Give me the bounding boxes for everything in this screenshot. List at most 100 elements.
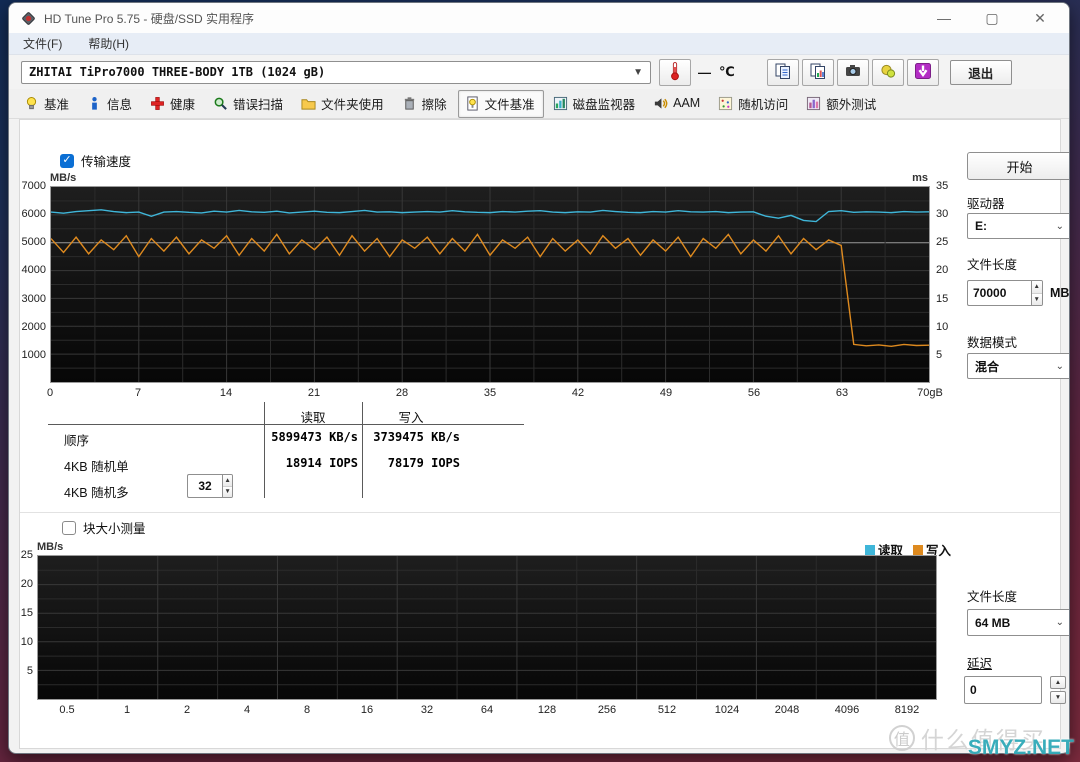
temperature-button[interactable] xyxy=(659,58,691,86)
delay-down-button[interactable]: ▼ xyxy=(1050,691,1066,704)
error-scan-icon xyxy=(213,96,228,111)
toolbar: ZHITAI TiPro7000 THREE-BODY 1TB (1024 gB… xyxy=(9,55,1069,89)
x-tick: 63 xyxy=(835,387,849,399)
tab-label: 随机访问 xyxy=(738,97,789,112)
x-tick: 0 xyxy=(46,387,54,399)
app-icon xyxy=(21,11,36,26)
copy-chart-button[interactable] xyxy=(801,58,834,86)
exit-button[interactable]: 退出 xyxy=(949,59,1012,85)
chevron-down-icon: ⌄ xyxy=(1055,220,1064,232)
y-tick: 7000 xyxy=(21,180,46,192)
file-length-label: 文件长度 xyxy=(967,258,1018,272)
x-tick: 2048 xyxy=(774,704,800,716)
tab-label: 信息 xyxy=(107,97,133,112)
data-mode-value: 混合 xyxy=(975,359,1000,374)
menu-help[interactable]: 帮助(H) xyxy=(88,35,129,52)
watermark: 值 什么值得买 SMYZ.NET xyxy=(888,716,1074,760)
table-divider-vertical-1 xyxy=(264,402,265,498)
x-tick: 32 xyxy=(420,704,434,716)
stepper-down-icon[interactable]: ▼ xyxy=(1031,293,1042,305)
tab-10[interactable]: 额外测试 xyxy=(799,90,885,118)
row-sequential-label: 顺序 xyxy=(64,434,90,448)
minimize-button[interactable]: — xyxy=(935,10,953,27)
aam-icon xyxy=(653,96,668,111)
file-length-stepper[interactable]: ▲▼ xyxy=(967,280,1043,306)
y-axis-unit: MB/s xyxy=(37,541,64,553)
tab-4[interactable]: 文件夹使用 xyxy=(294,90,393,118)
queue-depth-stepper[interactable]: ▲▼ xyxy=(187,474,233,498)
table-divider-vertical-2 xyxy=(362,402,363,498)
disk-monitor-icon xyxy=(553,96,568,111)
checkbox-unchecked-icon xyxy=(62,520,76,535)
data-mode-select[interactable]: 混合 ⌄ xyxy=(967,353,1069,379)
transfer-speed-checkbox[interactable]: ✓ 传输速度 xyxy=(60,151,131,170)
delay-up-button[interactable]: ▲ xyxy=(1050,676,1066,689)
tab-3[interactable]: 错误扫描 xyxy=(206,90,292,118)
drive-letter-select[interactable]: E: ⌄ xyxy=(967,213,1069,239)
maximize-button[interactable]: ▢ xyxy=(983,10,1001,27)
x-tick: 2 xyxy=(183,704,191,716)
x-tick: 8192 xyxy=(894,704,920,716)
queue-depth-input[interactable] xyxy=(187,474,223,498)
random-access-icon xyxy=(718,96,733,111)
y-tick: 5 xyxy=(26,665,33,677)
stepper-up-icon[interactable]: ▲ xyxy=(223,475,232,487)
row-sequential-write: 3739475 KB/s xyxy=(373,430,460,444)
y-tick: 6000 xyxy=(21,208,46,221)
block-size-checkbox[interactable]: 块大小测量 xyxy=(62,518,146,537)
tab-label: 磁盘监视器 xyxy=(572,97,636,112)
tab-9[interactable]: 随机访问 xyxy=(711,90,797,118)
delay-field[interactable] xyxy=(964,676,1042,704)
drive-select[interactable]: ZHITAI TiPro7000 THREE-BODY 1TB (1024 gB… xyxy=(21,60,651,84)
x-tick: 256 xyxy=(597,704,617,716)
tab-bar: 基准 信息 健康 错误扫描 文件夹使用 擦除 文件基准 磁盘监视器 AAM 随机访问 额外测试 xyxy=(9,89,1069,119)
tab-label: AAM xyxy=(673,96,701,110)
color-settings-button[interactable] xyxy=(871,58,904,86)
data-mode-label: 数据模式 xyxy=(967,336,1018,350)
tab-5[interactable]: 擦除 xyxy=(395,90,456,118)
window-title: HD Tune Pro 5.75 - 硬盘/SSD 实用程序 xyxy=(44,11,255,26)
y-tick: 25 xyxy=(20,549,33,561)
y2-tick: 10 xyxy=(936,320,949,333)
tab-7[interactable]: 磁盘监视器 xyxy=(546,90,645,118)
section-divider xyxy=(20,512,1060,513)
file-length2-select[interactable]: 64 MB ⌄ xyxy=(967,609,1069,636)
x-tick: 0.5 xyxy=(59,704,75,716)
y2-tick: 5 xyxy=(936,348,943,361)
stepper-up-icon[interactable]: ▲ xyxy=(1031,281,1042,294)
file-length2-label: 文件长度 xyxy=(967,590,1018,604)
x-tick: 35 xyxy=(483,387,497,399)
y2-tick: 35 xyxy=(936,180,949,192)
download-button[interactable] xyxy=(906,58,939,86)
x-tick: 21 xyxy=(307,387,321,399)
extra-tests-icon xyxy=(806,96,821,111)
tab-label: 文件夹使用 xyxy=(321,97,384,112)
x-tick: 8 xyxy=(303,704,311,716)
screenshot-icon xyxy=(844,62,862,83)
y2-tick: 30 xyxy=(936,208,949,221)
close-button[interactable]: ✕ xyxy=(1031,10,1049,27)
tab-6[interactable]: 文件基准 xyxy=(457,89,544,118)
y-axis-unit: MB/s xyxy=(50,172,77,184)
x-tick: 7 xyxy=(134,387,142,399)
copy-report-button[interactable] xyxy=(766,58,799,86)
delay-label: 延迟 xyxy=(967,657,993,671)
copy-chart-icon xyxy=(809,62,827,83)
file-length-input[interactable] xyxy=(967,280,1031,306)
chevron-down-icon: ⌄ xyxy=(1055,617,1064,628)
y-tick: 1000 xyxy=(21,348,46,361)
table-header-write: 写入 xyxy=(398,411,424,425)
screenshot-button[interactable] xyxy=(836,58,869,86)
menu-file[interactable]: 文件(F) xyxy=(23,35,62,52)
tab-8[interactable]: AAM xyxy=(646,92,709,116)
start-button[interactable]: 开始 xyxy=(967,152,1069,180)
x-tick: 128 xyxy=(537,704,557,716)
temperature-value: — xyxy=(698,64,711,80)
delay-input[interactable] xyxy=(964,676,1042,704)
tab-2[interactable]: 健康 xyxy=(143,90,204,118)
bulb-icon xyxy=(24,96,39,111)
tab-1[interactable]: 信息 xyxy=(80,90,141,118)
y-tick: 20 xyxy=(20,578,33,590)
stepper-down-icon[interactable]: ▼ xyxy=(223,486,232,497)
tab-0[interactable]: 基准 xyxy=(17,90,78,118)
